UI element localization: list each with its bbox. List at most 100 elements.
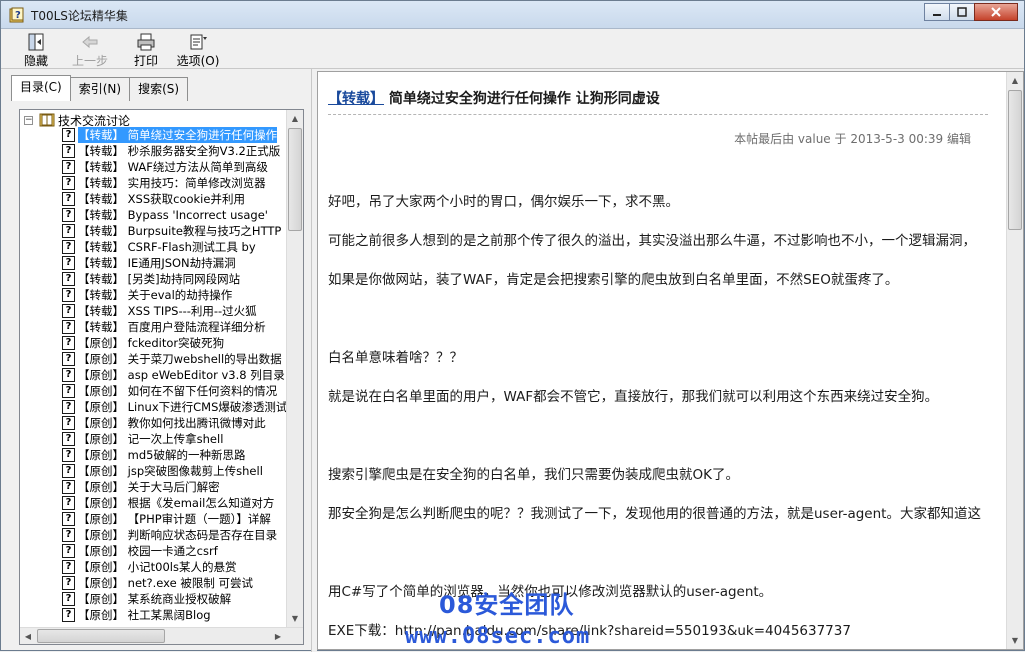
watermark-url: www.08sec.com (405, 624, 591, 649)
edit-note: 本帖最后由 value 于 2013-5-3 00:39 编辑 (734, 132, 971, 146)
tree-hscroll-thumb[interactable] (37, 629, 165, 643)
help-topic-icon: ? (62, 336, 75, 350)
help-topic-icon: ? (62, 240, 75, 254)
tree-topic-item[interactable]: ? 【转载】 简单绕过安全狗进行任何操作 (62, 127, 286, 143)
hide-pane-icon (28, 33, 44, 51)
tree-horizontal-scrollbar[interactable]: ◀ ▶ (20, 627, 303, 644)
tree-topic-item[interactable]: ? 【转载】 秒杀服务器安全狗V3.2正式版 (62, 143, 286, 159)
scroll-up-arrow-icon[interactable]: ▲ (1007, 72, 1023, 89)
help-topic-icon: ? (62, 544, 75, 558)
help-topic-icon: ? (62, 256, 75, 270)
options-button[interactable]: 选项(O) (175, 33, 221, 68)
help-window: ? T00LS论坛精华集 隐藏 上一步 打印 选项(O) 目录(C) 索引(N)… (0, 0, 1025, 652)
article-title-tag[interactable]: 【转载】 (328, 91, 384, 107)
tree-topic-item[interactable]: ? 【转载】 Bypass 'Incorrect usage' (62, 207, 286, 223)
tree-topic-item[interactable]: ? 【转载】 Burpsuite教程与技巧之HTTP (62, 223, 286, 239)
open-book-icon (39, 113, 55, 127)
tree-scroll-thumb[interactable] (288, 128, 302, 231)
help-topic-icon: ? (62, 448, 75, 462)
back-label: 上一步 (71, 54, 108, 68)
tree-topic-item[interactable]: ? 【转载】 CSRF-Flash测试工具 by (62, 239, 286, 255)
tree-root-node[interactable]: − 技术交流讨论 (24, 112, 130, 128)
content-scroll-thumb[interactable] (1008, 90, 1022, 230)
minimize-icon (933, 14, 941, 16)
tree-topic-item[interactable]: ? 【原创】 Linux下进行CMS爆破渗透测试 (62, 399, 286, 415)
scroll-up-arrow-icon[interactable]: ▲ (287, 110, 303, 127)
tree-root-label: 技术交流讨论 (58, 113, 131, 128)
help-book-icon: ? (9, 7, 24, 23)
tree-topic-item[interactable]: ? 【转载】 IE通用JSON劫持漏洞 (62, 255, 286, 271)
tree-topic-item[interactable]: ? 【原创】 关于菜刀webshell的导出数据 (62, 351, 286, 367)
back-button[interactable]: 上一步 (67, 33, 113, 68)
tab-search[interactable]: 搜索(S) (129, 77, 189, 101)
tree-topic-item[interactable]: ? 【转载】 XSS获取cookie并利用 (62, 191, 286, 207)
help-topic-icon: ? (62, 224, 75, 238)
contents-tree[interactable]: − 技术交流讨论 ? 【转载】 简单绕过安全狗进行任何操作 ? 【转载】 秒杀服务器… (19, 109, 304, 645)
tree-topic-item[interactable]: ? 【原创】 某系统商业授权破解 (62, 591, 286, 607)
tree-topic-item[interactable]: ? 【原创】 记一次上传拿shell (62, 431, 286, 447)
help-topic-icon: ? (62, 400, 75, 414)
tree-topic-item[interactable]: ? 【转载】 [另类]劫持同网段网站 (62, 271, 286, 287)
tab-index[interactable]: 索引(N) (69, 77, 131, 101)
help-topic-icon: ? (62, 144, 75, 158)
article-title: 【转载】 简单绕过安全狗进行任何操作 让狗形同虚设 (328, 88, 660, 108)
tree-topic-item[interactable]: ? 【原创】 小记t00ls某人的悬赏 (62, 559, 286, 575)
tree-topic-item[interactable]: ? 【原创】 md5破解的一种新思路 (62, 447, 286, 463)
tree-topic-item[interactable]: ? 【原创】 asp eWebEditor v3.8 列目录 (62, 367, 286, 383)
help-topic-icon: ? (62, 480, 75, 494)
article-paragraph: 可能之前很多人想到的是之前那个传了很久的溢出，其实没溢出那么牛逼，不过影响也不小… (328, 233, 976, 249)
navigation-pane: 目录(C) 索引(N) 搜索(S) − 技术交流讨论 ? 【转载】 简单绕过安全狗… (7, 73, 309, 645)
title-divider (328, 114, 988, 115)
tree-topic-item[interactable]: ? 【原创】 教你如何找出腾讯微博对此 (62, 415, 286, 431)
article-title-text: 简单绕过安全狗进行任何操作 让狗形同虚设 (388, 91, 660, 107)
article-paragraph: 就是说在白名单里面的用户，WAF都会不管它，直接放行，那我们就可以利用这个东西来… (328, 389, 939, 405)
help-topic-icon: ? (62, 432, 75, 446)
tree-topic-item[interactable]: ? 【原创】 关于大马后门解密 (62, 479, 286, 495)
scroll-right-arrow-icon[interactable]: ▶ (270, 628, 286, 644)
print-button[interactable]: 打印 (123, 33, 169, 68)
content-vertical-scrollbar[interactable]: ▲ ▼ (1006, 72, 1023, 649)
help-topic-icon: ? (62, 592, 75, 606)
tree-topic-item[interactable]: ? 【原创】 根据《发email怎么知道对方 (62, 495, 286, 511)
title-bar[interactable]: ? T00LS论坛精华集 (1, 1, 1024, 29)
help-topic-icon: ? (62, 528, 75, 542)
maximize-button[interactable] (949, 3, 975, 21)
close-button[interactable] (974, 3, 1018, 21)
tree-topic-item[interactable]: ? 【转载】 实用技巧：简单修改浏览器 (62, 175, 286, 191)
tree-topic-item[interactable]: ? 【原创】 【PHP审计题（一题）】详解 (62, 511, 286, 527)
scroll-down-arrow-icon[interactable]: ▼ (287, 610, 303, 627)
tab-contents[interactable]: 目录(C) (11, 75, 71, 101)
tree-topic-item[interactable]: ? 【原创】 社工某黑阔Blog (62, 607, 286, 623)
tree-topic-item[interactable]: ? 【转载】 关于eval的劫持操作 (62, 287, 286, 303)
window-controls (924, 3, 1018, 23)
article-paragraph: 如果是你做网站，装了WAF，肯定是会把搜索引擎的爬虫放到白名单里面，不然SEO就… (328, 272, 899, 288)
help-topic-icon: ? (62, 128, 75, 142)
tree-topic-item[interactable]: ? 【转载】 XSS TIPS---利用--过火狐 (62, 303, 286, 319)
minimize-button[interactable] (924, 3, 950, 21)
collapse-toggle-icon[interactable]: − (24, 115, 33, 125)
help-topic-icon: ? (62, 560, 75, 574)
toolbar: 隐藏 上一步 打印 选项(O) (1, 29, 1024, 69)
article-paragraph: 好吧，吊了大家两个小时的胃口，偶尔娱乐一下，求不黑。 (328, 194, 679, 210)
help-topic-icon: ? (62, 416, 75, 430)
help-topic-icon: ? (62, 512, 75, 526)
tree-topic-item[interactable]: ? 【转载】 百度用户登陆流程详细分析 (62, 319, 286, 335)
scroll-left-arrow-icon[interactable]: ◀ (20, 628, 36, 644)
tree-topic-item[interactable]: ? 【原创】 校园一卡通之csrf (62, 543, 286, 559)
content-pane: 【转载】 简单绕过安全狗进行任何操作 让狗形同虚设 本帖最后由 value 于 … (317, 71, 1024, 650)
help-topic-icon: ? (62, 272, 75, 286)
tree-topic-item[interactable]: ? 【原创】 fckeditor突破死狗 (62, 335, 286, 351)
scroll-down-arrow-icon[interactable]: ▼ (1007, 632, 1023, 649)
help-topic-icon: ? (62, 320, 75, 334)
tree-topic-item[interactable]: ? 【原创】 jsp突破图像裁剪上传shell (62, 463, 286, 479)
tree-vertical-scrollbar[interactable]: ▲ ▼ (286, 110, 303, 644)
help-topic-icon: ? (62, 304, 75, 318)
tree-topic-item[interactable]: ? 【原创】 判断响应状态码是否存在目录 (62, 527, 286, 543)
help-topic-icon: ? (62, 368, 75, 382)
hide-button[interactable]: 隐藏 (13, 33, 59, 68)
article-paragraph: 搜索引擎爬虫是在安全狗的白名单，我们只需要伪装成爬虫就OK了。 (328, 467, 739, 483)
tree-topic-item[interactable]: ? 【原创】 如何在不留下任何资料的情况 (62, 383, 286, 399)
tree-topic-item[interactable]: ? 【转载】 WAF绕过方法从简单到高级 (62, 159, 286, 175)
watermark-team: 08安全团队 (439, 591, 575, 619)
tree-topic-item[interactable]: ? 【原创】 net?.exe 被限制 可尝试 (62, 575, 286, 591)
